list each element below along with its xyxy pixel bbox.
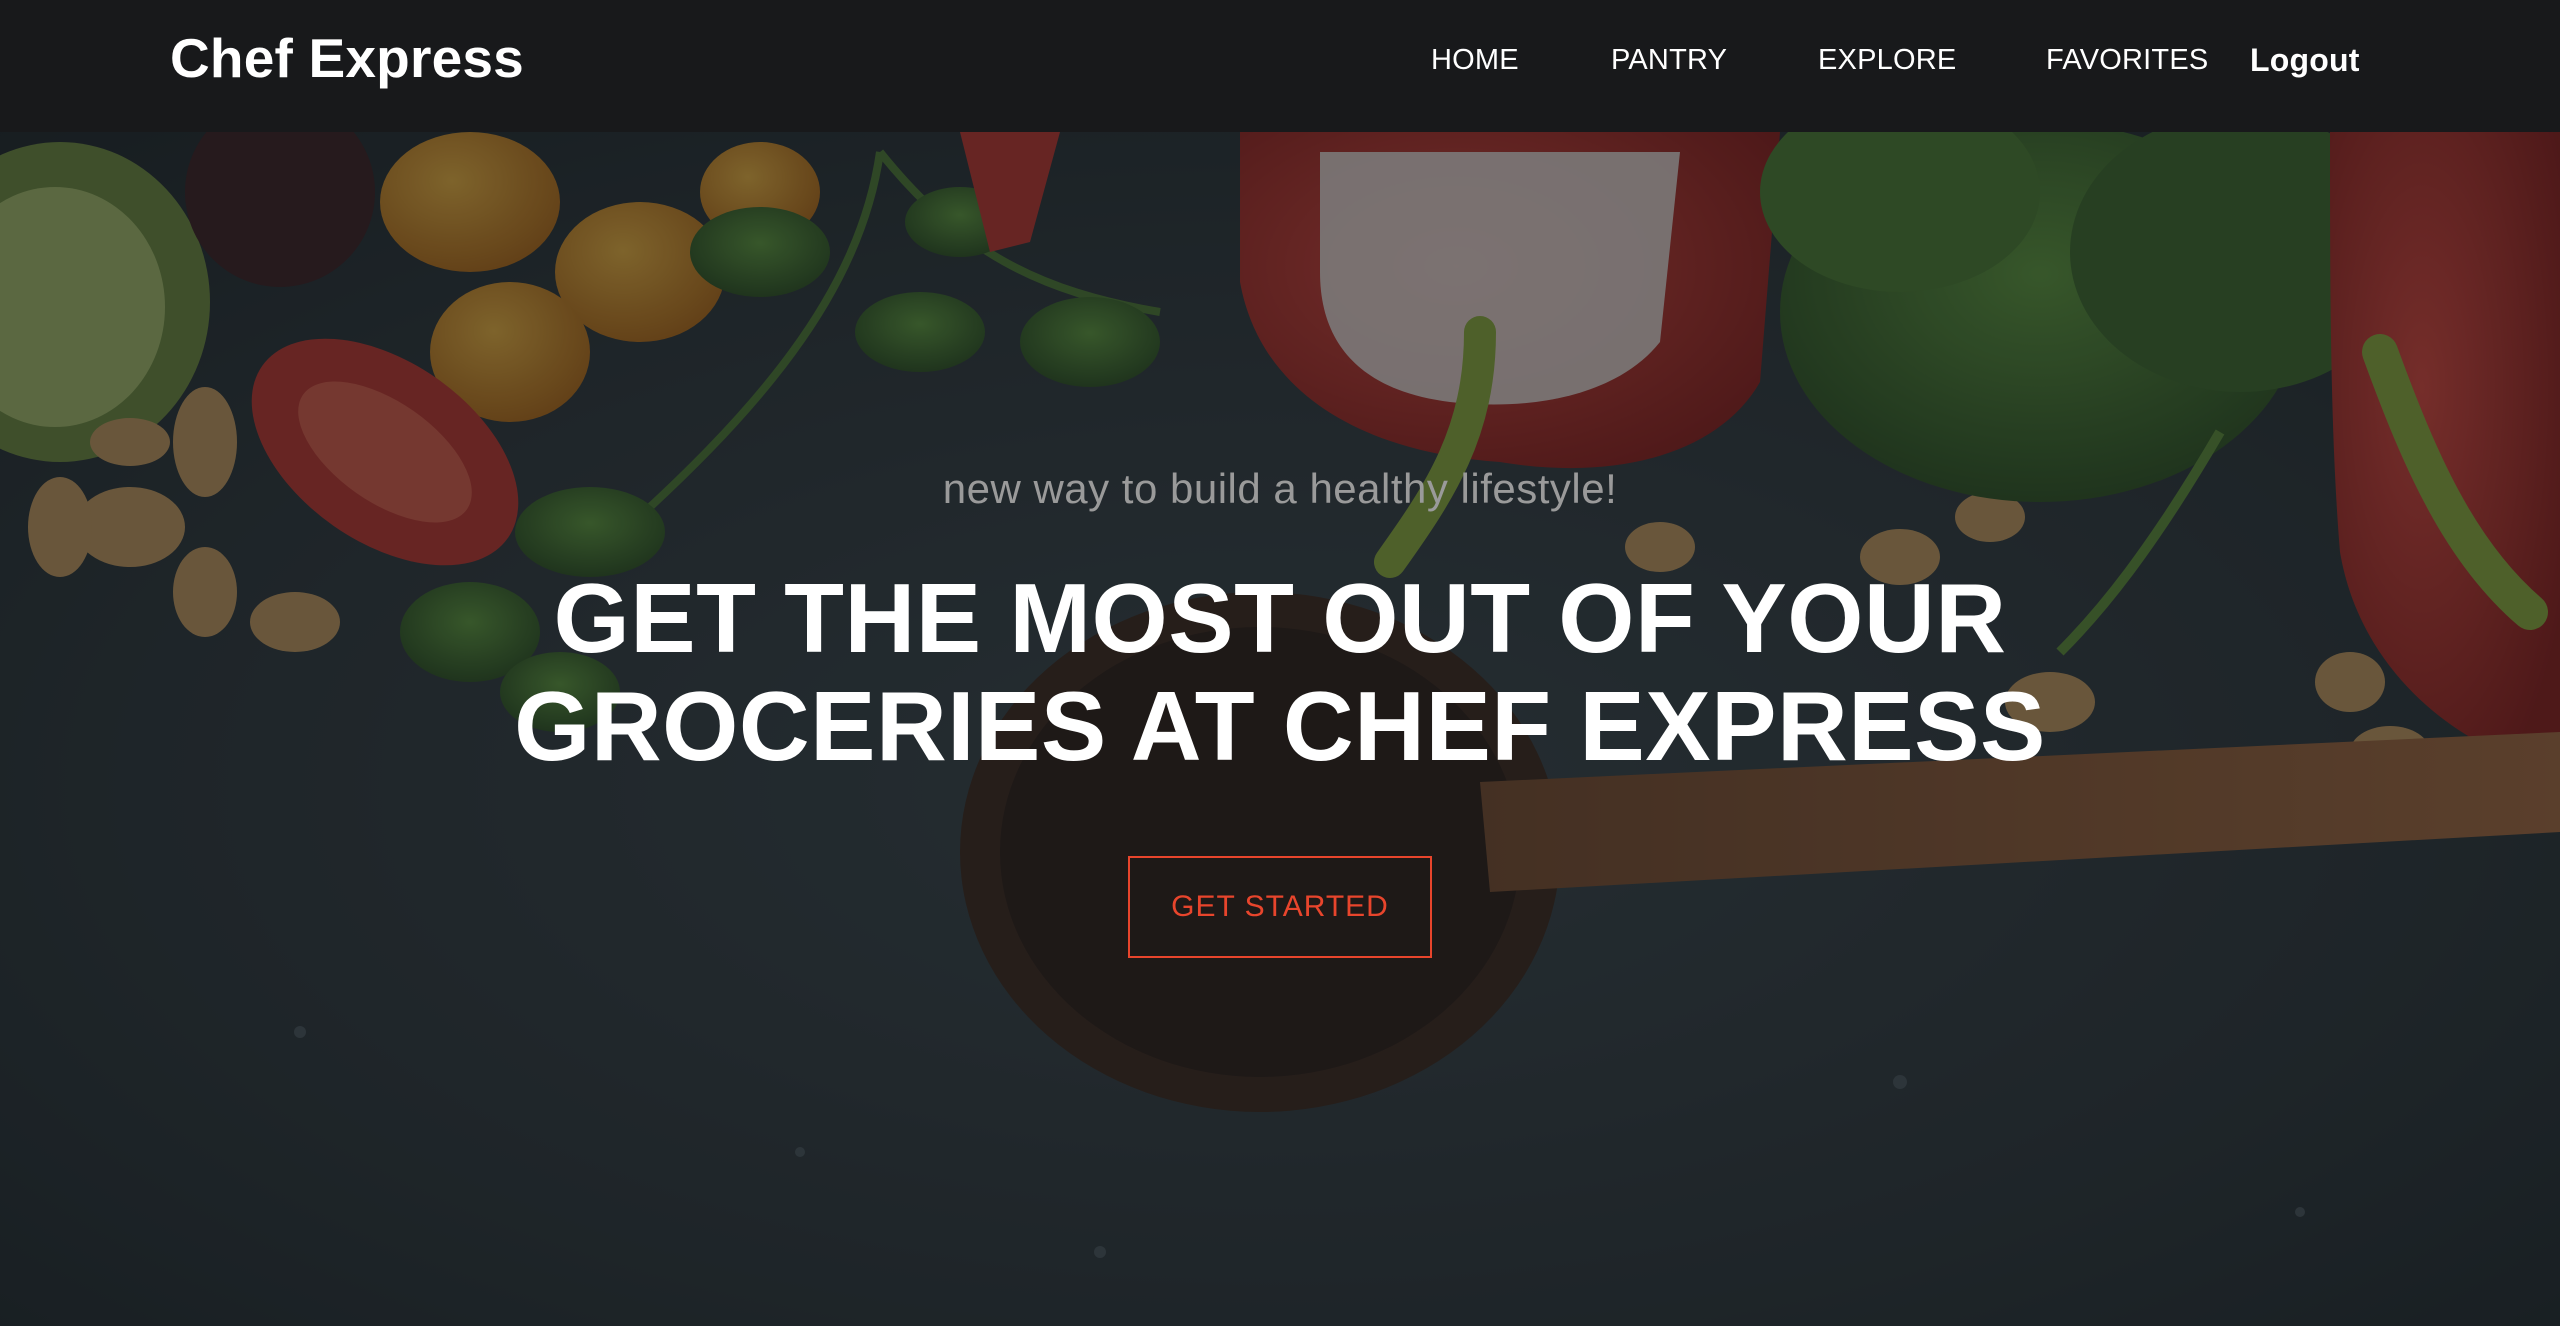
logout-link[interactable]: Logout — [2250, 42, 2360, 79]
hero-content: new way to build a healthy lifestyle! GE… — [0, 132, 2560, 1326]
brand-logo-link[interactable]: Chef Express — [170, 26, 524, 90]
hero-tagline: new way to build a healthy lifestyle! — [942, 465, 1618, 512]
nav-favorites-link[interactable]: FAVORITES — [2046, 44, 2208, 77]
nav-pantry-link[interactable]: PANTRY — [1611, 44, 1727, 77]
nav-explore-link[interactable]: EXPLORE — [1818, 44, 1956, 77]
hero-section: new way to build a healthy lifestyle! GE… — [0, 132, 2560, 1326]
top-navbar: Chef Express HOME PANTRY EXPLORE FAVORIT… — [0, 0, 2560, 132]
landing-page: Chef Express HOME PANTRY EXPLORE FAVORIT… — [0, 0, 2560, 1326]
get-started-button[interactable]: GET STARTED — [1128, 856, 1432, 958]
nav-links: HOME PANTRY EXPLORE FAVORITES Logout — [1400, 0, 2400, 122]
nav-home-link[interactable]: HOME — [1431, 44, 1519, 77]
hero-headline: GET THE MOST OUT OF YOUR GROCERIES AT CH… — [514, 563, 2046, 781]
